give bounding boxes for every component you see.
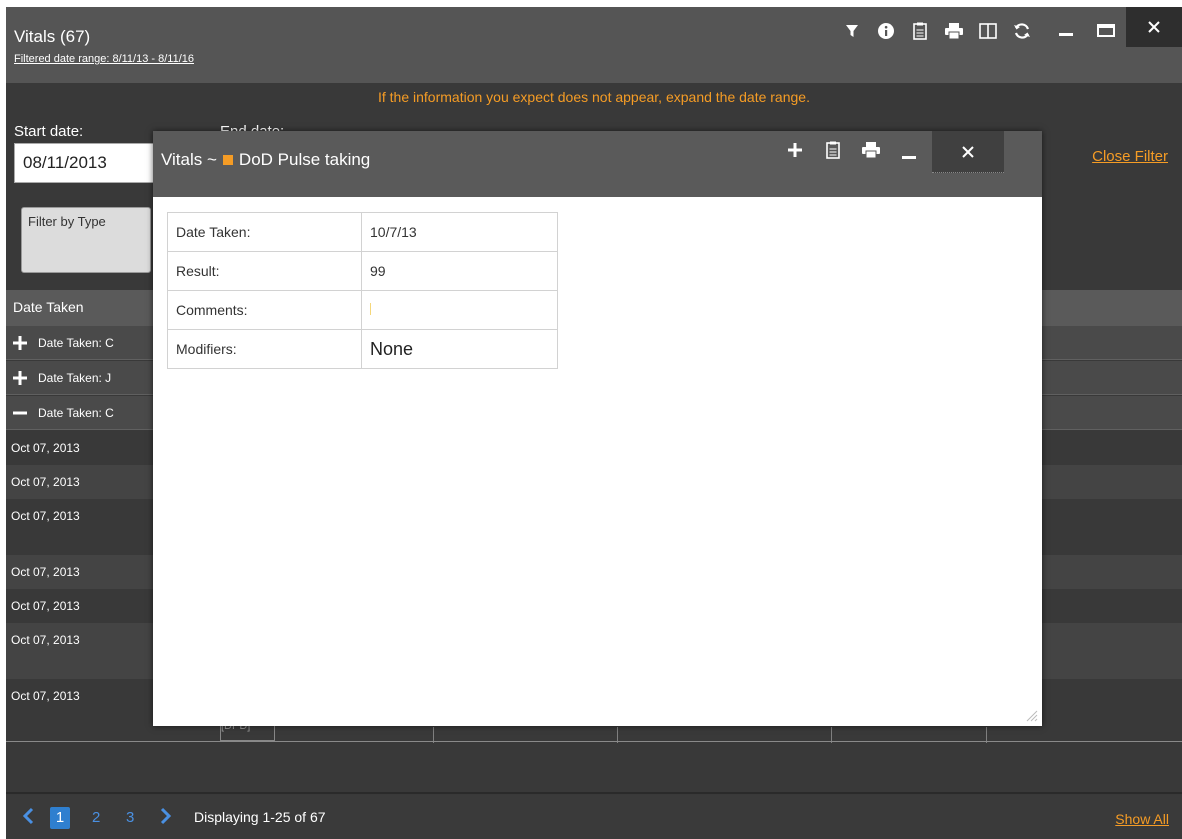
vitals-detail-modal: Vitals ~ DoD Pulse taking Date Taken: 10…	[153, 131, 1042, 726]
plus-icon[interactable]	[786, 139, 804, 161]
displaying-count: Displaying 1-25 of 67	[194, 809, 326, 825]
filtered-date-range-link[interactable]: Filtered date range: 8/11/13 - 8/11/16	[14, 53, 194, 65]
row-date: Oct 07, 2013	[11, 441, 80, 455]
show-all-link[interactable]: Show All	[1115, 811, 1169, 827]
group-label: Date Taken: C	[38, 405, 114, 420]
modal-title-text: DoD Pulse taking	[238, 150, 371, 169]
applet-title: Vitals (67)	[14, 27, 91, 46]
resize-handle-icon[interactable]	[1022, 706, 1038, 722]
print-icon[interactable]	[862, 139, 880, 161]
close-icon[interactable]	[1126, 7, 1182, 47]
plus-icon[interactable]	[12, 335, 28, 351]
page-2-button[interactable]: 2	[92, 809, 100, 826]
modal-toolbar	[786, 139, 956, 161]
modal-title-prefix: Vitals ~	[161, 150, 217, 169]
detail-row: Date Taken: 10/7/13	[167, 212, 558, 252]
columns-icon[interactable]	[978, 21, 998, 41]
row-date: Oct 07, 2013	[11, 599, 80, 613]
info-icon[interactable]	[876, 21, 896, 41]
grid-bottom-rule	[6, 741, 1182, 742]
detail-table: Date Taken: 10/7/13 Result: 99 Comments:…	[167, 212, 558, 369]
detail-value: 99	[361, 251, 558, 291]
maximize-icon[interactable]	[1086, 7, 1126, 47]
detail-value	[361, 290, 558, 330]
column-date-taken[interactable]: Date Taken	[13, 299, 84, 315]
plus-icon[interactable]	[12, 370, 28, 386]
detail-label: Result:	[167, 251, 362, 291]
filter-by-type-button[interactable]: Filter by Type	[21, 207, 151, 273]
row-date: Oct 07, 2013	[11, 475, 80, 489]
footer-divider	[6, 792, 1182, 794]
chevron-left-icon[interactable]	[22, 807, 38, 827]
page-3-button[interactable]: 3	[126, 809, 134, 826]
modal-title: Vitals ~ DoD Pulse taking	[161, 150, 370, 170]
applet-header: Vitals (67) Filtered date range: 8/11/13…	[6, 7, 1182, 83]
clipboard-icon[interactable]	[824, 139, 842, 161]
pagination-footer: 1 2 3 Displaying 1-25 of 67 Show All	[6, 795, 1182, 839]
chevron-right-icon[interactable]	[160, 807, 176, 827]
detail-row: Modifiers: None	[167, 329, 558, 369]
applet-toolbar	[842, 21, 1032, 41]
modal-header: Vitals ~ DoD Pulse taking	[153, 131, 1042, 197]
detail-label: Date Taken:	[167, 212, 362, 252]
detail-row: Result: 99	[167, 251, 558, 291]
text-cursor	[370, 303, 371, 315]
row-date: Oct 07, 2013	[11, 509, 80, 523]
detail-value: None	[361, 329, 558, 369]
row-date: Oct 07, 2013	[11, 689, 80, 703]
refresh-icon[interactable]	[1012, 21, 1032, 41]
close-filter-link[interactable]: Close Filter	[1092, 148, 1168, 165]
group-label: Date Taken: J	[38, 370, 112, 385]
detail-label: Modifiers:	[167, 329, 362, 369]
group-label: Date Taken: C	[38, 335, 114, 350]
page-1-button[interactable]: 1	[50, 807, 70, 829]
filter-icon[interactable]	[842, 21, 862, 41]
close-icon[interactable]	[932, 131, 1004, 173]
start-date-input[interactable]	[14, 143, 154, 183]
row-date: Oct 07, 2013	[11, 565, 80, 579]
applet-window-controls	[1046, 7, 1182, 47]
detail-label: Comments:	[167, 290, 362, 330]
minus-icon[interactable]	[12, 405, 28, 421]
print-icon[interactable]	[944, 21, 964, 41]
minimize-icon[interactable]	[900, 139, 918, 161]
row-date: Oct 07, 2013	[11, 633, 80, 647]
status-square-icon	[222, 155, 233, 165]
minimize-icon[interactable]	[1046, 7, 1086, 47]
start-date-label: Start date:	[14, 123, 84, 140]
detail-value: 10/7/13	[361, 212, 558, 252]
expand-range-message: If the information you expect does not a…	[378, 89, 810, 105]
detail-row: Comments:	[167, 290, 558, 330]
clipboard-icon[interactable]	[910, 21, 930, 41]
